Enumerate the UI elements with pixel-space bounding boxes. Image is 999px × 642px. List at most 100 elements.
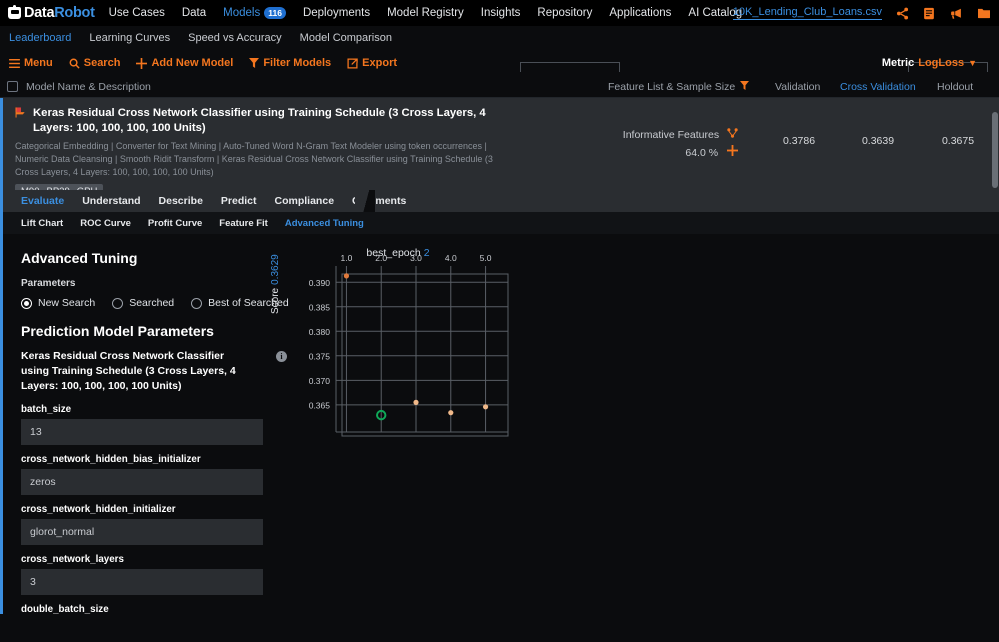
param-label: cross_network_hidden_initializer <box>21 504 263 515</box>
svg-text:0.370: 0.370 <box>309 376 331 386</box>
param-label: cross_network_layers <box>21 554 263 565</box>
tab-understand[interactable]: Understand <box>82 195 140 207</box>
nav-label: Data <box>182 7 206 19</box>
menu-button[interactable]: Menu <box>9 57 53 69</box>
subtab-advanced-tuning[interactable]: Advanced Tuning <box>285 218 364 229</box>
param-field-cross-network-layers: cross_network_layers <box>21 554 263 595</box>
column-header-model-name: Model Name & Description <box>26 81 151 93</box>
param-field-cross-network-hidden-bias-initializer: cross_network_hidden_bias_initializer <box>21 454 263 495</box>
page-scrollbar[interactable] <box>992 112 998 188</box>
column-header-feature-list-label: Feature List & Sample Size <box>608 81 735 93</box>
column-header-holdout[interactable]: Holdout <box>937 81 973 93</box>
folder-icon[interactable] <box>977 7 991 19</box>
nav-label: Insights <box>481 7 521 19</box>
radio-searched[interactable]: Searched <box>112 297 174 309</box>
tab-describe[interactable]: Describe <box>159 195 203 207</box>
svg-text:0.385: 0.385 <box>309 302 331 312</box>
tab-evaluate[interactable]: Evaluate <box>21 195 64 207</box>
svg-text:4.0: 4.0 <box>445 253 457 263</box>
dataset-name-link[interactable]: 10K_Lending_Club_Loans.csv <box>733 6 882 20</box>
add-new-model-button[interactable]: Add New Model <box>136 57 233 69</box>
export-icon <box>347 58 358 69</box>
param-input-cross-network-layers[interactable] <box>21 569 263 595</box>
param-input-cross-network-hidden-bias-initializer[interactable] <box>21 469 263 495</box>
nav-label: Applications <box>609 7 671 19</box>
nav-item-applications[interactable]: Applications <box>609 7 671 19</box>
radio-new-search[interactable]: New Search <box>21 297 95 309</box>
search-icon <box>69 58 80 69</box>
subtab-profit-curve[interactable]: Profit Curve <box>148 218 202 229</box>
svg-text:0.380: 0.380 <box>309 327 331 337</box>
select-all-checkbox[interactable] <box>7 81 18 92</box>
nav-item-model-registry[interactable]: Model Registry <box>387 7 464 19</box>
robot-logo-icon <box>8 7 21 19</box>
column-header-validation[interactable]: Validation <box>775 81 820 93</box>
param-field-double-batch-size: double_batch_size <box>21 604 263 614</box>
bracket-left <box>520 62 620 72</box>
radio-dot-icon <box>112 298 123 309</box>
column-header-cross-validation[interactable]: Cross Validation <box>840 81 916 93</box>
subnav-item-speed-vs-accuracy[interactable]: Speed vs Accuracy <box>188 32 282 44</box>
metric-label: Metric <box>882 57 914 69</box>
svg-text:1.0: 1.0 <box>341 253 353 263</box>
brand-word-1: Data <box>24 5 54 21</box>
tab-compliance[interactable]: Compliance <box>275 195 335 207</box>
tuned-model-name: Keras Residual Cross Network Classifier … <box>21 349 251 394</box>
leaderboard-toolbar: Menu Search Add New Model Filter Models … <box>0 50 999 76</box>
documentation-icon[interactable] <box>923 7 935 20</box>
nav-item-data[interactable]: Data <box>182 7 206 19</box>
svg-text:0.390: 0.390 <box>309 278 331 288</box>
param-label: batch_size <box>21 404 263 415</box>
chart-canvas[interactable]: 0.3900.3850.3800.3750.3700.3651.02.03.04… <box>268 242 528 457</box>
radio-dot-icon <box>191 298 202 309</box>
feature-list-name: Informative Features <box>623 129 719 141</box>
sample-size-value: 64.0 % <box>685 147 718 159</box>
nav-item-insights[interactable]: Insights <box>481 7 521 19</box>
param-label: double_batch_size <box>21 604 263 614</box>
column-header-feature-list[interactable]: Feature List & Sample Size <box>608 81 749 93</box>
announcement-icon[interactable] <box>949 7 963 20</box>
subtab-roc-curve[interactable]: ROC Curve <box>80 218 131 229</box>
leaderboard-model-row[interactable]: Keras Residual Cross Network Classifier … <box>0 98 999 190</box>
chevron-down-icon: ▼ <box>968 58 977 68</box>
plus-icon[interactable] <box>727 147 738 159</box>
top-nav-right-group: 10K_Lending_Club_Loans.csv <box>733 0 993 26</box>
nav-item-models[interactable]: Models116 <box>223 7 286 20</box>
sample-size-line: 64.0 % <box>603 145 738 159</box>
param-field-batch-size: batch_size <box>21 404 263 445</box>
param-field-cross-network-hidden-initializer: cross_network_hidden_initializer <box>21 504 263 545</box>
svg-text:2.0: 2.0 <box>375 253 387 263</box>
nav-item-repository[interactable]: Repository <box>537 7 592 19</box>
subnav-item-learning-curves[interactable]: Learning Curves <box>89 32 170 44</box>
tab-comments[interactable]: Comments <box>352 195 406 207</box>
brand-word-2: Robot <box>54 5 94 21</box>
filter-models-button[interactable]: Filter Models <box>249 57 331 69</box>
nav-item-use-cases[interactable]: Use Cases <box>109 7 165 19</box>
models-count-badge: 116 <box>264 7 286 20</box>
share-icon[interactable] <box>896 7 909 20</box>
datarobot-logo[interactable]: DataRobot <box>8 5 95 21</box>
param-input-batch-size[interactable] <box>21 419 263 445</box>
feature-lineage-icon[interactable] <box>727 129 738 141</box>
plus-icon <box>136 58 147 69</box>
nav-item-deployments[interactable]: Deployments <box>303 7 370 19</box>
filter-icon[interactable] <box>740 81 749 93</box>
param-input-cross-network-hidden-initializer[interactable] <box>21 519 263 545</box>
svg-text:0.375: 0.375 <box>309 351 331 361</box>
subnav-item-leaderboard[interactable]: Leaderboard <box>9 32 71 44</box>
radio-label: Searched <box>129 297 174 309</box>
subtab-lift-chart[interactable]: Lift Chart <box>21 218 63 229</box>
subtab-feature-fit[interactable]: Feature Fit <box>219 218 268 229</box>
score-validation: 0.3786 <box>769 135 829 147</box>
metric-value: LogLoss <box>918 57 964 69</box>
nav-label: Repository <box>537 7 592 19</box>
hamburger-icon <box>9 59 20 68</box>
subnav-item-model-comparison[interactable]: Model Comparison <box>300 32 392 44</box>
tab-predict[interactable]: Predict <box>221 195 257 207</box>
model-secondary-tabs: Lift Chart ROC Curve Profit Curve Featur… <box>0 212 999 234</box>
metric-selector[interactable]: Metric LogLoss ▼ <box>882 50 977 76</box>
search-label: Search <box>84 57 121 69</box>
model-flag-icon <box>15 107 26 118</box>
search-button[interactable]: Search <box>69 57 121 69</box>
export-button[interactable]: Export <box>347 57 397 69</box>
